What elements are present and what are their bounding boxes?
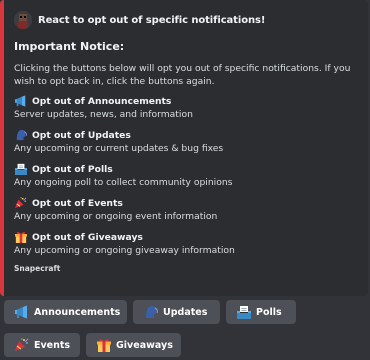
button-label: Events [34,339,71,351]
giveaways-button[interactable]: Giveaways [86,333,181,357]
field-name: Opt out of Giveaways [32,231,143,243]
events-button[interactable]: Events [4,333,80,357]
polls-button[interactable]: Polls [226,300,296,324]
speaking-head-icon [14,128,30,142]
embed-footer: Snapecraft [14,264,61,273]
field-name: Opt out of Events [32,197,123,209]
announcements-button[interactable]: Announcements [4,300,127,324]
embed-author: React to opt out of specific notificatio… [14,10,356,30]
megaphone-icon [14,94,30,108]
field-name: Opt out of Polls [32,163,113,175]
embed-description: Clicking the buttons below will opt you … [14,63,351,87]
field-polls: Opt out of Polls Any ongoing poll to col… [14,162,356,189]
button-row-2: Events Giveaways [4,333,181,357]
button-label: Announcements [34,306,121,318]
field-value: Any upcoming or ongoing event informatio… [14,211,218,222]
ballot-box-icon [14,162,30,176]
party-popper-icon [14,196,30,210]
embed-author-name: React to opt out of specific notificatio… [38,14,266,26]
button-label: Polls [256,306,282,318]
gift-icon [14,230,30,244]
field-value: Any upcoming or current updates & bug fi… [14,143,224,154]
updates-button[interactable]: Updates [133,300,220,324]
field-value: Any ongoing poll to collect community op… [14,177,233,188]
button-label: Updates [163,306,208,318]
megaphone-icon [14,305,30,319]
robot-avatar-icon [14,11,32,29]
embed-title: Important Notice: [14,40,125,53]
notification-embed: React to opt out of specific notificatio… [0,0,368,296]
speaking-head-icon [143,305,159,319]
field-updates: Opt out of Updates Any upcoming or curre… [14,128,356,155]
field-events: Opt out of Events Any upcoming or ongoin… [14,196,356,223]
field-value: Server updates, news, and information [14,109,193,120]
button-label: Giveaways [116,339,173,351]
field-value: Any upcoming or ongoing giveaway informa… [14,245,235,256]
gift-icon [96,338,112,352]
field-announcements: Opt out of Announcements Server updates,… [14,94,356,121]
field-giveaways: Opt out of Giveaways Any upcoming or ong… [14,230,356,257]
party-popper-icon [14,338,30,352]
button-row-1: Announcements Updates Polls [4,300,296,324]
field-name: Opt out of Updates [32,129,131,141]
ballot-box-icon [236,305,252,319]
field-name: Opt out of Announcements [32,95,172,107]
